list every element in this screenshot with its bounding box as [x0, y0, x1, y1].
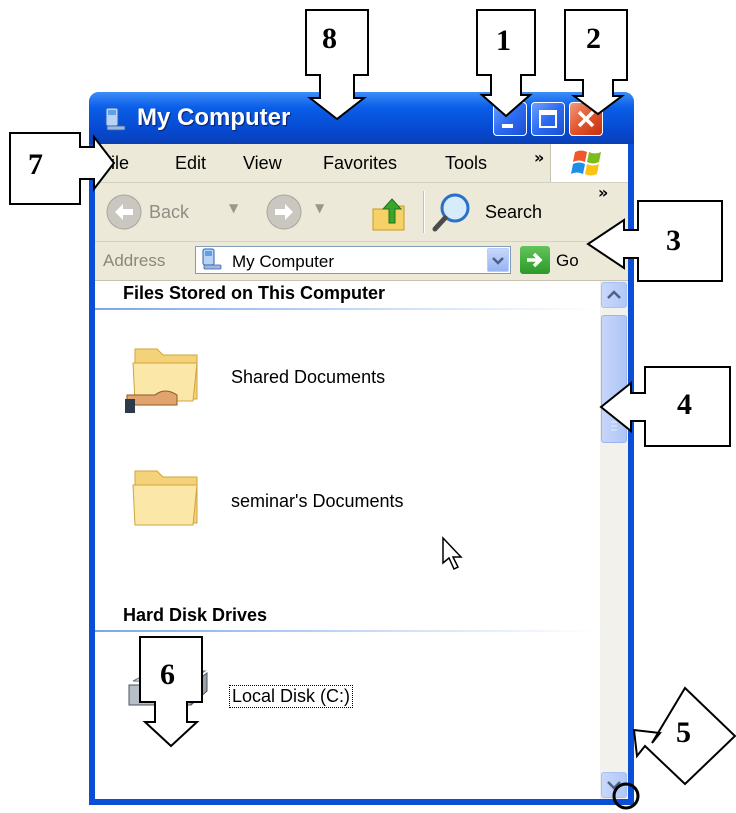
menu-tools[interactable]: Tools [445, 153, 487, 174]
my-computer-icon [202, 248, 222, 270]
minimize-icon [502, 124, 513, 128]
window-client: File Edit View Favorites Tools » Back ▼ … [95, 144, 628, 799]
section-heading-drives: Hard Disk Drives [123, 605, 268, 625]
toolbar-overflow-chevron[interactable]: » [598, 183, 608, 202]
back-button[interactable]: Back ▼ [105, 193, 255, 233]
file-view: Files Stored on This Computer Shared Doc… [95, 281, 628, 799]
maximize-button[interactable] [531, 102, 565, 136]
chevron-up-icon [607, 290, 621, 299]
title-bar[interactable]: My Computer [89, 92, 634, 144]
go-button[interactable] [520, 246, 550, 274]
menu-favorites[interactable]: Favorites [323, 153, 397, 174]
go-label[interactable]: Go [556, 251, 579, 271]
address-value: My Computer [232, 252, 335, 271]
chevron-down-icon [492, 257, 504, 265]
address-dropdown-button[interactable] [487, 248, 509, 272]
address-label: Address [103, 251, 166, 270]
folder-up-icon[interactable] [370, 191, 410, 233]
standard-toolbar: Back ▼ ▼ Search » [95, 183, 628, 242]
go-arrow-icon [527, 252, 543, 268]
chevron-down-icon [607, 781, 621, 790]
windows-flag-icon [571, 150, 601, 176]
close-button[interactable] [569, 102, 603, 136]
forward-arrow-icon [266, 194, 302, 230]
menu-file[interactable]: File [100, 153, 129, 174]
grip-icon [611, 421, 617, 431]
callout-3-label: 3 [666, 224, 681, 257]
menu-overflow-chevron[interactable]: » [534, 148, 544, 167]
callout-6-label: 6 [160, 658, 175, 691]
section-divider [95, 308, 600, 310]
close-icon [577, 110, 595, 128]
section-divider [95, 630, 600, 632]
scroll-up-button[interactable] [601, 282, 627, 308]
windows-logo [550, 144, 628, 182]
section-heading-files: Files Stored on This Computer [123, 283, 386, 303]
callout-5-label: 5 [676, 716, 691, 749]
list-item-label: Shared Documents [231, 367, 386, 387]
mouse-cursor-icon [442, 536, 463, 571]
toolbar-separator [423, 191, 425, 233]
address-bar: Address My Computer Go [95, 242, 628, 281]
list-item-shared-documents[interactable]: Shared Documents [125, 341, 425, 421]
search-magnifier-icon [432, 193, 470, 232]
maximize-icon [539, 110, 557, 128]
menu-bar: File Edit View Favorites Tools » [95, 144, 628, 183]
callout-2-label: 2 [586, 22, 601, 55]
folder-icon [132, 470, 198, 526]
menu-view[interactable]: View [243, 153, 282, 174]
my-computer-window: My Computer File Edit View Favorites Too… [89, 92, 634, 805]
back-arrow-icon [106, 194, 142, 230]
callout-7-label: 7 [28, 148, 43, 181]
my-computer-icon [105, 107, 126, 131]
forward-button[interactable]: ▼ [265, 193, 355, 233]
back-label: Back [149, 202, 190, 222]
scroll-thumb[interactable] [601, 315, 627, 443]
list-item-label: seminar's Documents [231, 491, 404, 511]
back-dropdown-arrow-icon[interactable]: ▼ [229, 201, 238, 215]
vertical-scrollbar[interactable] [600, 281, 628, 799]
search-label: Search [485, 202, 543, 222]
list-item-seminars-documents[interactable]: seminar's Documents [125, 461, 425, 541]
callout-1-label: 1 [496, 24, 511, 57]
shared-folder-icon [125, 348, 198, 413]
forward-dropdown-arrow-icon[interactable]: ▼ [315, 201, 324, 215]
minimize-button[interactable] [493, 102, 527, 136]
scroll-down-button[interactable] [601, 772, 627, 798]
search-button[interactable]: Search [431, 189, 561, 235]
menu-edit[interactable]: Edit [175, 153, 206, 174]
callout-4-label: 4 [677, 388, 692, 421]
address-input[interactable]: My Computer [195, 246, 511, 274]
callout-8-label: 8 [322, 22, 337, 55]
window-title: My Computer [137, 104, 291, 131]
list-item-label: Local Disk (C:) [229, 685, 354, 708]
